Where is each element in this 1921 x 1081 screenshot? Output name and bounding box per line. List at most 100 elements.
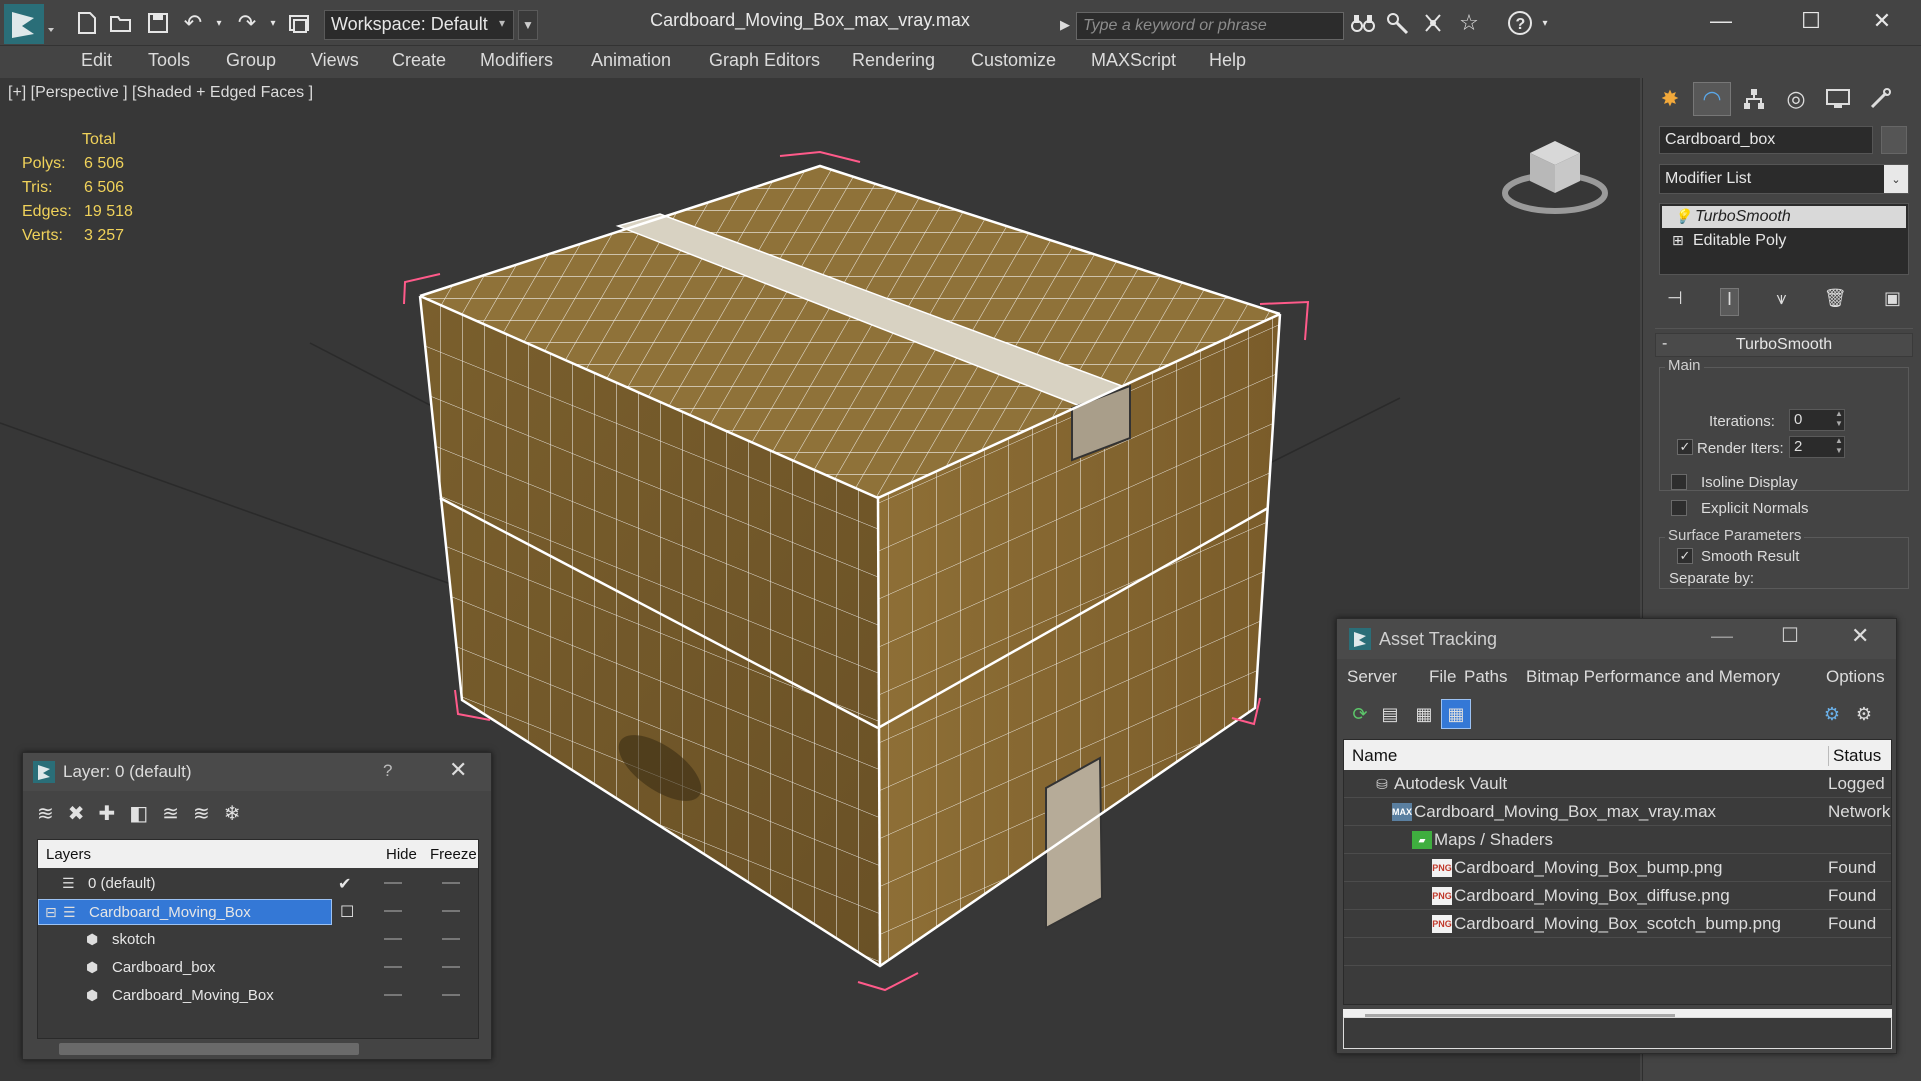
- asset-row[interactable]: ⛁ Autodesk Vault Logged: [1344, 770, 1891, 798]
- show-end-result-icon[interactable]: I: [1720, 288, 1740, 316]
- viewport-label[interactable]: [+] [Perspective ] [Shaded + Edged Faces…: [8, 84, 313, 102]
- undo-dropdown-icon[interactable]: ▾: [204, 8, 234, 38]
- isoline-checkbox[interactable]: [1671, 474, 1687, 490]
- menu-create[interactable]: Create: [392, 50, 446, 71]
- menu-rendering[interactable]: Rendering: [852, 50, 935, 71]
- project-folder-icon[interactable]: [285, 8, 315, 38]
- make-unique-icon[interactable]: ⩛: [1776, 288, 1786, 316]
- redo-dropdown-icon[interactable]: ▾: [258, 8, 288, 38]
- sign-in-icon[interactable]: [1418, 8, 1448, 38]
- menu-paths[interactable]: Paths: [1464, 667, 1507, 687]
- hide-toggle[interactable]: [384, 882, 402, 884]
- pin-stack-icon[interactable]: ⊣: [1667, 288, 1683, 316]
- workspace-dropdown[interactable]: Workspace: Default ▾: [324, 10, 514, 40]
- menu-server[interactable]: Server: [1347, 667, 1397, 687]
- create-tab-icon[interactable]: ✸: [1651, 82, 1689, 116]
- delete-layer-icon[interactable]: ✖: [68, 801, 85, 831]
- minimize-icon[interactable]: —: [1691, 4, 1751, 40]
- menu-maxscript[interactable]: MAXScript: [1091, 50, 1176, 71]
- col-layers[interactable]: Layers: [46, 846, 91, 863]
- close-icon[interactable]: ✕: [1851, 623, 1869, 649]
- table-view-icon[interactable]: ▦: [1441, 699, 1471, 729]
- open-folder-icon[interactable]: [106, 8, 136, 38]
- object-name-field[interactable]: Cardboard_box: [1659, 126, 1873, 154]
- vault-help-icon[interactable]: ⚙: [1849, 699, 1879, 729]
- stack-item-editable-poly[interactable]: ⊞ Editable Poly: [1660, 230, 1908, 252]
- collapse-icon[interactable]: ⊟: [45, 904, 57, 921]
- active-layer-check-icon[interactable]: ✔: [338, 874, 351, 894]
- asset-row[interactable]: PNG Cardboard_Moving_Box_diffuse.png Fou…: [1344, 882, 1891, 910]
- col-name[interactable]: Name: [1352, 746, 1397, 766]
- layer-row[interactable]: ☰ 0 (default) ✔: [38, 870, 478, 898]
- thumbnail-view-icon[interactable]: ▦: [1409, 699, 1439, 729]
- layer-row[interactable]: ⬢ Cardboard_Moving_Box: [38, 982, 478, 1010]
- remove-modifier-icon[interactable]: 🗑: [1824, 288, 1847, 316]
- freeze-toggle[interactable]: [442, 994, 460, 996]
- asset-row[interactable]: ▰ Maps / Shaders: [1344, 826, 1891, 854]
- viewcube-icon[interactable]: [1500, 123, 1610, 218]
- search-expand-icon[interactable]: ▶: [1056, 12, 1074, 38]
- utilities-tab-icon[interactable]: [1861, 82, 1899, 116]
- maximize-icon[interactable]: ☐: [1781, 623, 1799, 648]
- help-button[interactable]: ?: [383, 761, 392, 781]
- col-freeze[interactable]: Freeze: [430, 846, 477, 863]
- iterations-spinner-icon[interactable]: ▲ ▼: [1833, 409, 1845, 431]
- add-to-layer-icon[interactable]: ✚: [99, 801, 116, 831]
- layer-row[interactable]: ⊟ ☰ Cardboard_Moving_Box ☐: [38, 898, 478, 926]
- menu-edit[interactable]: Edit: [81, 50, 112, 71]
- freeze-toggle[interactable]: [442, 910, 460, 912]
- app-logo-icon[interactable]: [4, 4, 56, 44]
- new-layer-icon[interactable]: ≋: [37, 801, 54, 831]
- menu-graph-editors[interactable]: Graph Editors: [709, 50, 820, 71]
- col-status[interactable]: Status: [1828, 746, 1881, 766]
- render-iters-spinner-icon[interactable]: ▲ ▼: [1833, 436, 1845, 458]
- set-active-icon[interactable]: ☐: [340, 902, 354, 922]
- hide-toggle[interactable]: [384, 994, 402, 996]
- hide-layer-icon[interactable]: ≋: [193, 801, 210, 831]
- star-icon[interactable]: ☆: [1454, 8, 1484, 38]
- smooth-result-checkbox[interactable]: ✓: [1677, 548, 1693, 564]
- asset-row[interactable]: PNG Cardboard_Moving_Box_bump.png Found: [1344, 854, 1891, 882]
- menu-views[interactable]: Views: [311, 50, 359, 71]
- hide-toggle[interactable]: [384, 938, 402, 940]
- asset-row[interactable]: PNG Cardboard_Moving_Box_scotch_bump.png…: [1344, 910, 1891, 938]
- menu-customize[interactable]: Customize: [971, 50, 1056, 71]
- modify-tab-icon[interactable]: ◠: [1693, 82, 1731, 116]
- layer-scrollbar[interactable]: [59, 1043, 359, 1055]
- modifier-list-dropdown[interactable]: Modifier List ⌄: [1659, 164, 1909, 194]
- freeze-toggle[interactable]: [442, 966, 460, 968]
- col-hide[interactable]: Hide: [386, 846, 417, 863]
- search-input[interactable]: [1076, 12, 1344, 40]
- configure-sets-icon[interactable]: ▣: [1884, 288, 1901, 316]
- menu-help[interactable]: Help: [1209, 50, 1246, 71]
- menu-group[interactable]: Group: [226, 50, 276, 71]
- menu-tools[interactable]: Tools: [148, 50, 190, 71]
- hide-toggle[interactable]: [384, 966, 402, 968]
- display-tab-icon[interactable]: [1819, 82, 1857, 116]
- menu-animation[interactable]: Animation: [591, 50, 671, 71]
- menu-bitmap-performance[interactable]: Bitmap Performance and Memory: [1526, 667, 1780, 687]
- refresh-icon[interactable]: ⟳: [1345, 699, 1375, 729]
- asset-row[interactable]: MAX Cardboard_Moving_Box_max_vray.max Ne…: [1344, 798, 1891, 826]
- save-icon[interactable]: [143, 8, 173, 38]
- minimize-icon[interactable]: —: [1711, 623, 1733, 649]
- lightbulb-icon[interactable]: 💡: [1674, 208, 1691, 225]
- list-view-icon[interactable]: ▤: [1375, 699, 1405, 729]
- freeze-layer-icon[interactable]: ❄: [224, 801, 241, 831]
- menu-file[interactable]: File: [1429, 667, 1456, 687]
- motion-tab-icon[interactable]: ◎: [1777, 82, 1815, 116]
- layer-titlebar[interactable]: Layer: 0 (default) ? ✕: [23, 753, 491, 791]
- key-tools-icon[interactable]: [1383, 8, 1413, 38]
- new-file-icon[interactable]: [72, 8, 102, 38]
- layer-select-icon[interactable]: ≊: [162, 801, 179, 831]
- render-iters-checkbox[interactable]: ✓: [1677, 439, 1693, 455]
- select-objects-icon[interactable]: ◧: [129, 801, 148, 831]
- workspace-menu-button[interactable]: ▼: [518, 10, 538, 40]
- layer-row[interactable]: ⬢ Cardboard_box: [38, 954, 478, 982]
- expand-plus-icon[interactable]: ⊞: [1672, 232, 1684, 249]
- freeze-toggle[interactable]: [442, 882, 460, 884]
- help-dropdown-icon[interactable]: ▾: [1530, 8, 1560, 38]
- freeze-toggle[interactable]: [442, 938, 460, 940]
- object-color-swatch[interactable]: [1881, 126, 1907, 154]
- explicit-normals-checkbox[interactable]: [1671, 500, 1687, 516]
